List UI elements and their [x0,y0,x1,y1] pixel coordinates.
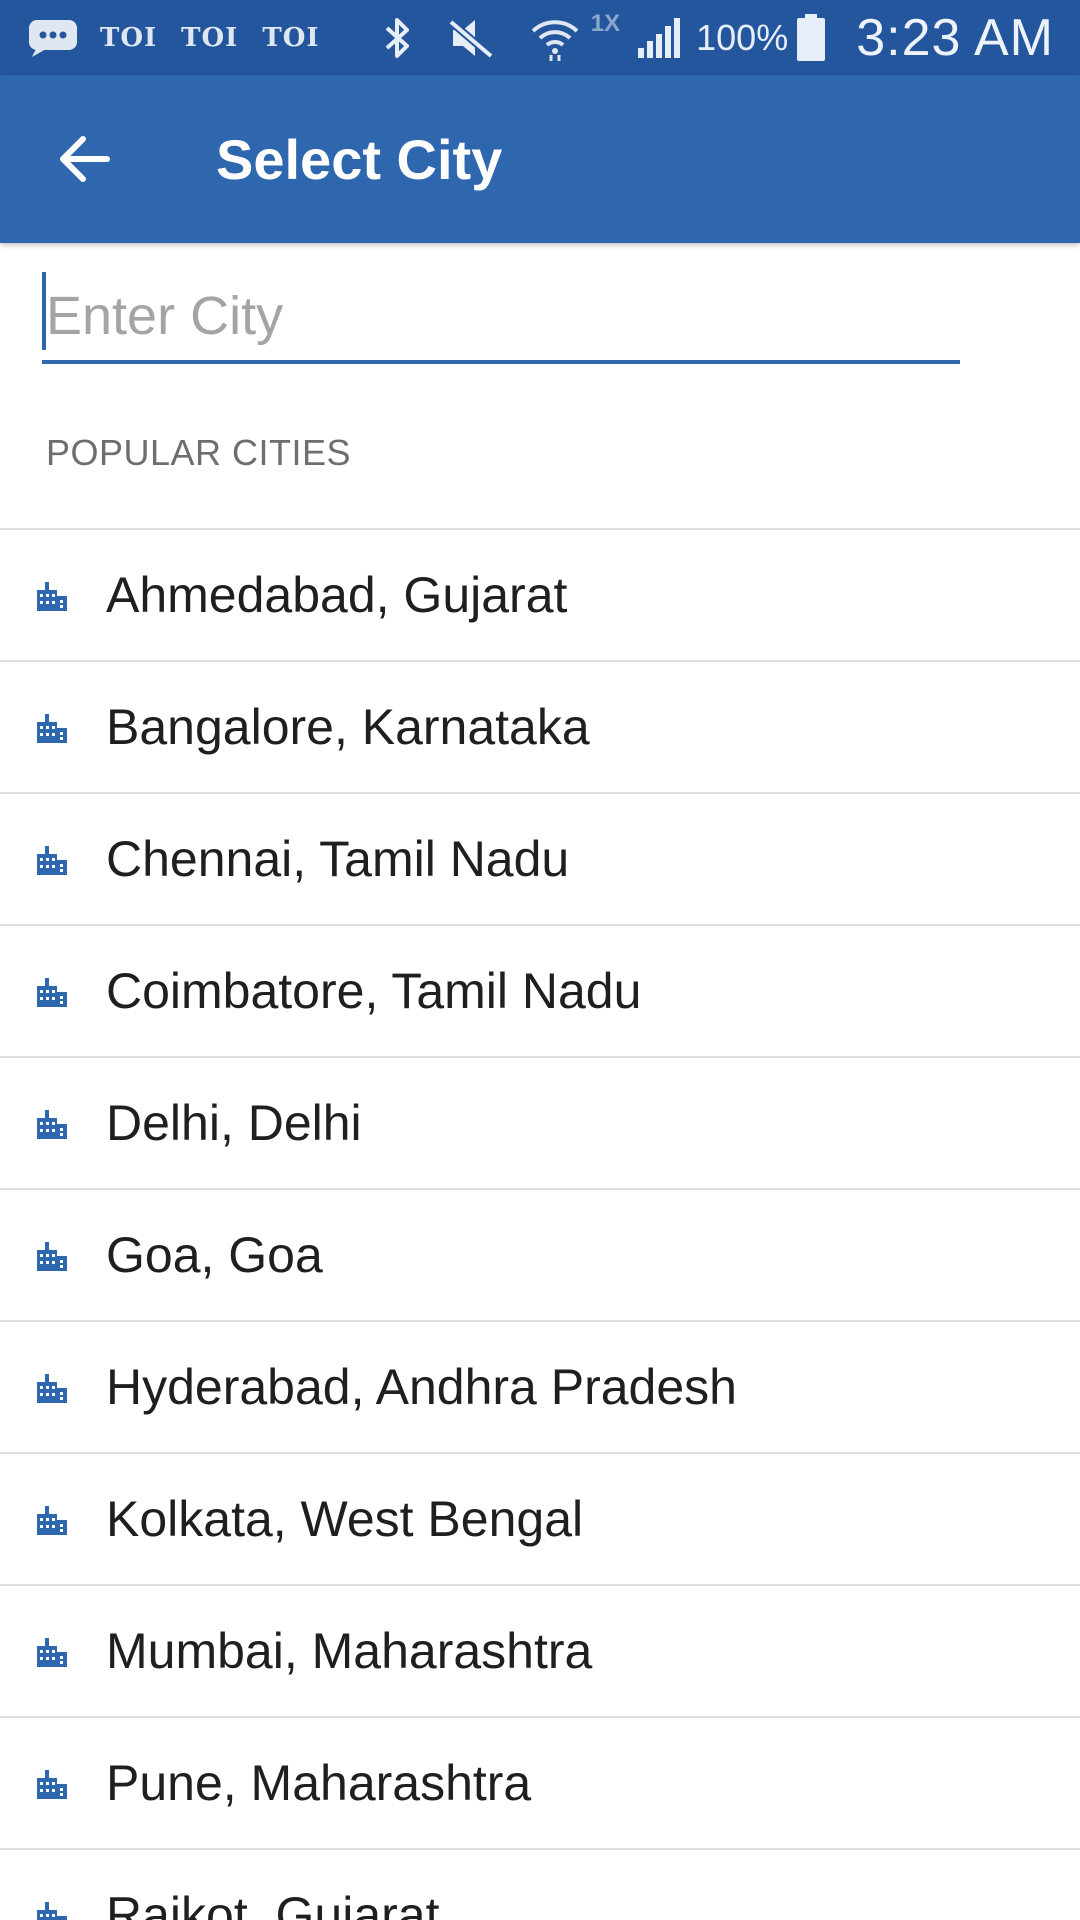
city-list-item[interactable]: Bangalore, Karnataka [0,662,1080,794]
battery-percentage: 100% [696,16,789,58]
text-cursor [42,272,46,350]
city-list-item[interactable]: Rajkot, Gujarat [0,1850,1080,1920]
city-name: Bangalore, Karnataka [106,699,590,755]
city-name: Ahmedabad, Gujarat [106,567,568,623]
city-name: Kolkata, West Bengal [106,1491,584,1547]
city-name: Coimbatore, Tamil Nadu [106,963,642,1019]
status-bar-left: TOI TOI TOI [28,0,344,75]
bluetooth-icon [383,16,413,60]
back-button[interactable] [30,104,140,214]
app-toolbar: Select City [0,75,1080,243]
popular-cities-header: POPULAR CITIES [46,432,352,473]
network-type-label: 1X [590,10,621,37]
wifi-icon [529,13,581,63]
mute-icon [447,16,495,60]
status-clock: 3:23 AM [856,8,1054,67]
page-title: Select City [216,127,503,191]
city-search-input[interactable] [42,262,960,364]
city-list-item[interactable]: Pune, Maharashtra [0,1718,1080,1850]
city-buildings-icon [34,1633,70,1669]
city-list: Ahmedabad, Gujarat Bangalore, Karnataka [0,528,1080,1920]
city-buildings-icon [34,577,70,613]
city-list-item[interactable]: Kolkata, West Bengal [0,1454,1080,1586]
city-name: Mumbai, Maharashtra [106,1623,593,1679]
city-name: Delhi, Delhi [106,1095,362,1151]
city-buildings-icon [34,1237,70,1273]
toi-notification-icon: TOI [181,22,239,53]
city-name: Goa, Goa [106,1227,323,1283]
status-bar-right: 1X 100% 3:23 AM [383,0,1054,75]
city-buildings-icon [34,1765,70,1801]
city-list-item[interactable]: Goa, Goa [0,1190,1080,1322]
toi-notification-icon: TOI [262,22,320,53]
city-list-item[interactable]: Chennai, Tamil Nadu [0,794,1080,926]
battery-icon [796,13,826,62]
signal-icon [636,16,684,60]
city-name: Chennai, Tamil Nadu [106,831,570,887]
city-list-item[interactable]: Hyderabad, Andhra Pradesh [0,1322,1080,1454]
city-buildings-icon [34,1501,70,1537]
city-list-item[interactable]: Mumbai, Maharashtra [0,1586,1080,1718]
city-list-item[interactable]: Delhi, Delhi [0,1058,1080,1190]
city-name: Rajkot, Gujarat [106,1887,440,1920]
city-buildings-icon [34,973,70,1009]
city-buildings-icon [34,1369,70,1405]
message-icon [28,19,78,57]
city-list-item[interactable]: Coimbatore, Tamil Nadu [0,926,1080,1058]
city-buildings-icon [34,1105,70,1141]
toi-notification-icon: TOI [100,22,158,53]
city-name: Hyderabad, Andhra Pradesh [106,1359,737,1415]
city-name: Pune, Maharashtra [106,1755,532,1811]
arrow-back-icon [60,136,110,182]
city-buildings-icon [34,709,70,745]
city-search-field [42,262,960,364]
status-bar: TOI TOI TOI 1X 100% 3:23 AM [0,0,1080,75]
city-list-item[interactable]: Ahmedabad, Gujarat [0,530,1080,662]
city-buildings-icon [34,1897,70,1920]
city-buildings-icon [34,841,70,877]
